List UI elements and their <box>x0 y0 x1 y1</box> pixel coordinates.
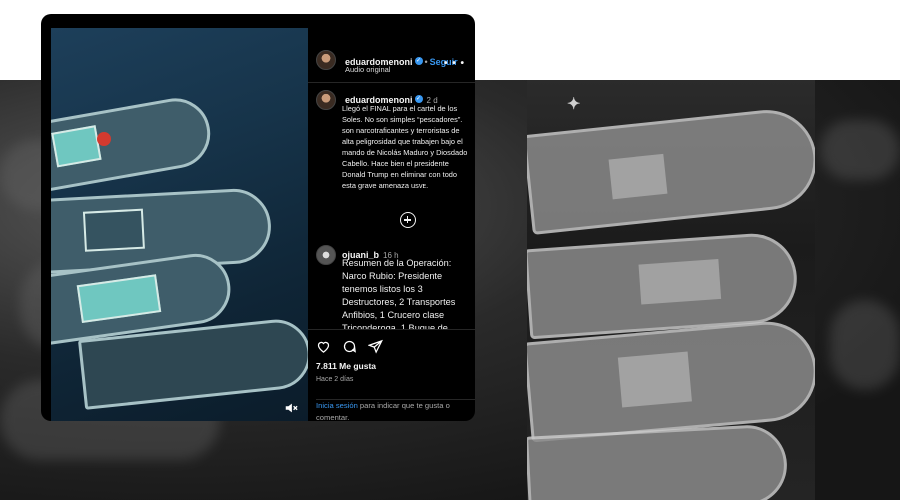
avatar[interactable] <box>316 50 336 70</box>
background-photo-boats: ✦ <box>527 80 815 500</box>
mute-icon[interactable] <box>284 401 298 415</box>
separator-dot: • <box>424 57 428 67</box>
action-bar: 7.811 Me gusta Hace 2 días Inicia sesión… <box>308 329 475 421</box>
instagram-post-card: eduardomenoni ✓ • Seguir Audio original • •… <box>41 14 475 421</box>
caption-text: Llegó el FINAL para el cartel de los Sol… <box>342 104 468 190</box>
like-count[interactable]: 7.811 Me gusta <box>316 361 376 371</box>
heart-icon[interactable] <box>316 339 331 354</box>
login-prompt: Inicia sesión para indicar que te gusta … <box>316 399 475 421</box>
comment-icon[interactable] <box>342 339 357 354</box>
add-comment-icon[interactable] <box>400 212 416 228</box>
post-header: eduardomenoni ✓ • Seguir Audio original • •… <box>308 28 475 83</box>
audio-label[interactable]: Audio original <box>345 65 390 74</box>
watermark-logo: ✦ <box>567 96 581 113</box>
comment-text: Resumen de la Operación: Narco Rubio: Pr… <box>342 258 456 329</box>
verified-badge-icon: ✓ <box>414 94 423 103</box>
post-date: Hace 2 días <box>316 376 354 383</box>
video-watermark-icon <box>97 132 111 146</box>
more-options-icon[interactable]: • • • <box>444 58 465 69</box>
verified-badge-icon: ✓ <box>414 56 423 65</box>
login-link[interactable]: Inicia sesión <box>316 401 358 410</box>
comment-avatar[interactable] <box>316 245 336 265</box>
share-icon[interactable] <box>368 339 383 354</box>
post-side-panel: eduardomenoni ✓ • Seguir Audio original • •… <box>308 28 475 421</box>
post-video[interactable] <box>51 28 308 421</box>
caption-avatar[interactable] <box>316 90 336 110</box>
